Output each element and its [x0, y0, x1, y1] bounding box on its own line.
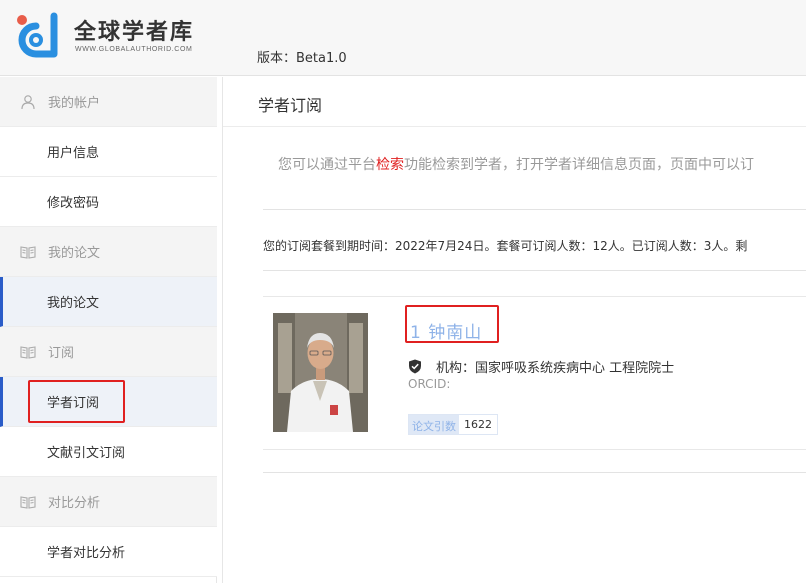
brand-url: WWW.GLOBALAUTHORID.COM — [75, 46, 193, 53]
subscription-info: 您的订阅套餐到期时间：2022年7月24日。套餐可订阅人数：12人。已订阅人数：… — [263, 239, 748, 253]
logo-icon[interactable] — [14, 12, 64, 62]
sidebar-item-label: 学者对比分析 — [47, 546, 126, 561]
version-label: 版本：Beta1.0 — [257, 51, 347, 66]
tip-text: 您可以通过平台 — [278, 157, 376, 173]
sidebar-group-subscription[interactable]: 订阅 — [0, 327, 217, 377]
scholar-org-text: 机构：国家呼吸系统疾病中心 工程院院士 — [436, 361, 675, 376]
citation-badge: 论文引数 1622 — [408, 414, 498, 435]
badge-value: 1622 — [459, 415, 497, 434]
page-title-bar: 学者订阅 — [223, 77, 806, 127]
sidebar-item-citation-subscription[interactable]: 文献引文订阅 — [0, 427, 217, 477]
sidebar-item-scholar-comparison[interactable]: 学者对比分析 — [0, 527, 217, 577]
sidebar-item-label: 修改密码 — [47, 196, 100, 211]
badge-label: 论文引数 — [409, 415, 459, 434]
app-header: 全球学者库 WWW.GLOBALAUTHORID.COM 版本：Beta1.0 — [0, 0, 806, 76]
main-content: 学者订阅 您可以通过平台检索功能检索到学者，打开学者详细信息页面，页面中可以订 … — [222, 77, 806, 583]
divider — [263, 472, 806, 473]
sidebar-group-comparison[interactable]: 对比分析 — [0, 477, 217, 527]
sidebar: 我的帐户 用户信息 修改密码 我的论文 我的论文 订阅 学者订阅 文献引文订阅 … — [0, 77, 217, 583]
divider — [263, 270, 806, 271]
sidebar-group-account[interactable]: 我的帐户 — [0, 77, 217, 127]
sidebar-item-change-password[interactable]: 修改密码 — [0, 177, 217, 227]
tip-text: 功能检索到学者，打开学者详细信息页面，页面中可以订 — [404, 157, 754, 173]
book-icon — [20, 345, 36, 359]
sidebar-group-label: 对比分析 — [48, 496, 101, 511]
scholar-photo[interactable] — [273, 313, 368, 432]
sidebar-group-label: 我的论文 — [48, 246, 101, 261]
scholar-orcid: ORCID: — [408, 377, 451, 391]
scholar-org: 机构：国家呼吸系统疾病中心 工程院院士 — [408, 357, 674, 376]
sidebar-item-label: 文献引文订阅 — [47, 446, 126, 461]
scholar-card: 1 钟南山 机构：国家呼吸系统疾病中心 工程院院士 ORCID: 论文引数 16… — [263, 296, 806, 450]
brand-title[interactable]: 全球学者库 — [74, 14, 194, 46]
divider — [263, 209, 806, 210]
sidebar-item-my-papers[interactable]: 我的论文 — [0, 277, 217, 327]
sidebar-group-label: 订阅 — [48, 346, 75, 361]
sidebar-item-user-info[interactable]: 用户信息 — [0, 127, 217, 177]
sidebar-item-label: 用户信息 — [47, 146, 100, 161]
sidebar-group-papers[interactable]: 我的论文 — [0, 227, 217, 277]
book-icon — [20, 495, 36, 509]
sidebar-group-label: 我的帐户 — [48, 96, 101, 111]
help-tip: 您可以通过平台检索功能检索到学者，打开学者详细信息页面，页面中可以订 — [278, 154, 754, 174]
page-title: 学者订阅 — [258, 96, 323, 115]
verified-shield-icon — [409, 359, 421, 374]
highlight-box — [28, 380, 125, 423]
highlight-box — [405, 305, 499, 343]
user-icon — [21, 94, 35, 109]
sidebar-item-label: 我的论文 — [47, 296, 100, 311]
book-icon — [20, 245, 36, 259]
search-link[interactable]: 检索 — [376, 157, 404, 173]
